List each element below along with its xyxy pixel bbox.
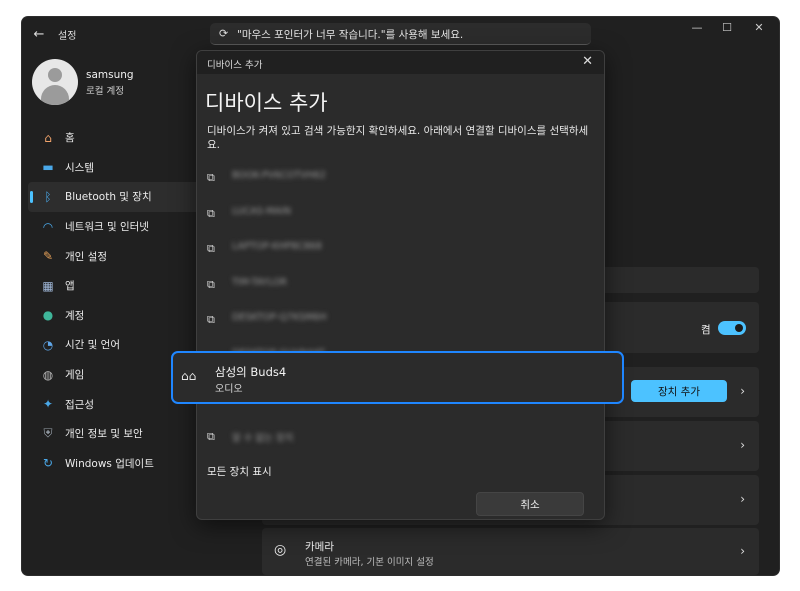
sidebar-item-label: 개인 정보 및 보안 (65, 428, 143, 441)
search-icon: ⟳ (219, 27, 229, 40)
list-item[interactable]: ⧉ BOOK-PV6COTVH62 (197, 159, 604, 195)
list-item[interactable]: ⧉ LAPTOP-KHP8C868 (197, 230, 604, 266)
camera-icon: ◎ (274, 542, 287, 558)
earbuds-icon: ⌂⌂ (181, 369, 197, 383)
maximize-icon[interactable]: ☐ (717, 21, 737, 37)
list-item[interactable]: ⧉ 알 수 없는 장치 (197, 426, 604, 446)
sidebar-icon: ◠ (42, 219, 54, 234)
device-name: 삼성의 Buds4 (215, 365, 287, 379)
sidebar-item-label: 개인 설정 (65, 250, 107, 263)
camera-title: 카메라 (305, 541, 334, 553)
device-type: 오디오 (215, 384, 243, 395)
profile-account-type: 로컬 계정 (86, 86, 124, 97)
minimize-icon[interactable]: — (687, 21, 707, 37)
list-item[interactable]: ⧉ TIM-TAYLOR (197, 266, 604, 302)
device-name: TIM-TAYLOR (232, 276, 288, 288)
back-arrow-icon[interactable]: ← (30, 25, 48, 43)
device-icon: ⧉ (207, 206, 215, 220)
sidebar-item-label: 앱 (65, 280, 75, 293)
sidebar-item-label: Bluetooth 및 장치 (65, 191, 152, 204)
sidebar-item-label: 시간 및 언어 (65, 339, 120, 352)
bluetooth-toggle[interactable] (718, 321, 746, 335)
avatar (32, 59, 78, 105)
chevron-right-icon: › (740, 438, 745, 452)
list-item[interactable]: ⧉ DESKTOP-Q7KSM6H (197, 301, 604, 337)
dialog-heading: 디바이스 추가 (205, 91, 328, 115)
sidebar-item-label: 시스템 (65, 161, 94, 174)
chevron-right-icon: › (740, 544, 745, 558)
sidebar-icon: ✦ (42, 397, 54, 412)
sidebar-icon: ᛒ (44, 189, 52, 204)
sidebar-icon: ⌂ (44, 130, 52, 145)
app-title: 설정 (58, 31, 77, 42)
device-name: LUCAS-MAIN (232, 205, 291, 217)
close-icon[interactable]: ✕ (582, 54, 593, 69)
sidebar-icon: ◔ (42, 337, 54, 352)
search-placeholder: "마우스 포인터가 너무 작습니다."를 사용해 보세요. (237, 29, 464, 41)
sidebar-icon: ↻ (42, 456, 54, 471)
chevron-right-icon[interactable]: › (740, 384, 745, 398)
list-item[interactable]: ⧉ LUCAS-MAIN (197, 195, 604, 231)
device-name: DESKTOP-Q7KSM6H (232, 312, 327, 323)
device-list: ⧉ BOOK-PV6COTVH62 ⧉ LUCAS-MAIN ⧉ LAPTOP-KHP8C… (197, 159, 604, 372)
dialog-title: 디바이스 추가 (207, 60, 263, 71)
device-name: LAPTOP-KHP8C868 (232, 241, 322, 252)
show-all-devices-link[interactable]: 모든 장치 표시 (207, 464, 272, 479)
sidebar-item-label: 네트워크 및 인터넷 (65, 221, 149, 234)
dialog-instruction: 디바이스가 켜져 있고 검색 가능한지 확인하세요. 아래에서 연결할 디바이스… (207, 125, 589, 151)
add-device-dialog: 디바이스 추가 ✕ 디바이스 추가 디바이스가 켜져 있고 검색 가능한지 확인… (196, 50, 605, 520)
add-device-button[interactable]: 장치 추가 (631, 380, 727, 402)
sidebar-icon: ▦ (42, 278, 54, 293)
device-icon: ⧉ (207, 242, 215, 255)
camera-card[interactable]: ◎ 카메라 연결된 카메라, 기본 이미지 설정 › (262, 528, 759, 575)
sidebar-icon: ◍ (42, 367, 54, 382)
search-box[interactable]: ⟳ "마우스 포인터가 너무 작습니다."를 사용해 보세요. (210, 23, 591, 45)
chevron-right-icon: › (740, 492, 745, 506)
device-icon: ⧉ (207, 171, 215, 184)
dialog-title-bar: 디바이스 추가 ✕ (197, 51, 604, 74)
device-name: 알 수 없는 장치 (232, 433, 294, 444)
device-name: BOOK-PV6COTVH62 (232, 170, 326, 181)
sidebar-icon: ● (42, 308, 54, 323)
sidebar-item-label: 게임 (65, 369, 85, 382)
sidebar-item-label: 계정 (65, 309, 85, 322)
sidebar-icon: ✎ (42, 249, 54, 264)
selection-indicator (30, 191, 33, 204)
sidebar-item-label: 접근성 (65, 398, 94, 411)
bluetooth-toggle-label: 켬 (701, 324, 711, 336)
device-icon: ⧉ (207, 277, 215, 291)
sidebar-item-label: 홈 (65, 132, 75, 145)
profile-name: samsung (86, 69, 134, 81)
sidebar-icon: ⛨ (43, 426, 53, 441)
title-bar: ← 설정 ⟳ "마우스 포인터가 너무 작습니다."를 사용해 보세요. — ☐… (22, 17, 779, 51)
device-icon: ⧉ (207, 313, 215, 326)
device-icon: ⧉ (207, 430, 215, 443)
sidebar-item-label: Windows 업데이트 (65, 457, 154, 470)
close-window-icon[interactable]: ✕ (749, 21, 769, 37)
camera-subtitle: 연결된 카메라, 기본 이미지 설정 (305, 557, 434, 568)
sidebar-icon: ▬ (42, 160, 54, 175)
settings-window: ← 설정 ⟳ "마우스 포인터가 너무 작습니다."를 사용해 보세요. — ☐… (22, 17, 779, 575)
cancel-button[interactable]: 취소 (476, 492, 584, 516)
highlighted-device-buds4[interactable]: ⌂⌂ 삼성의 Buds4 오디오 (171, 351, 624, 404)
